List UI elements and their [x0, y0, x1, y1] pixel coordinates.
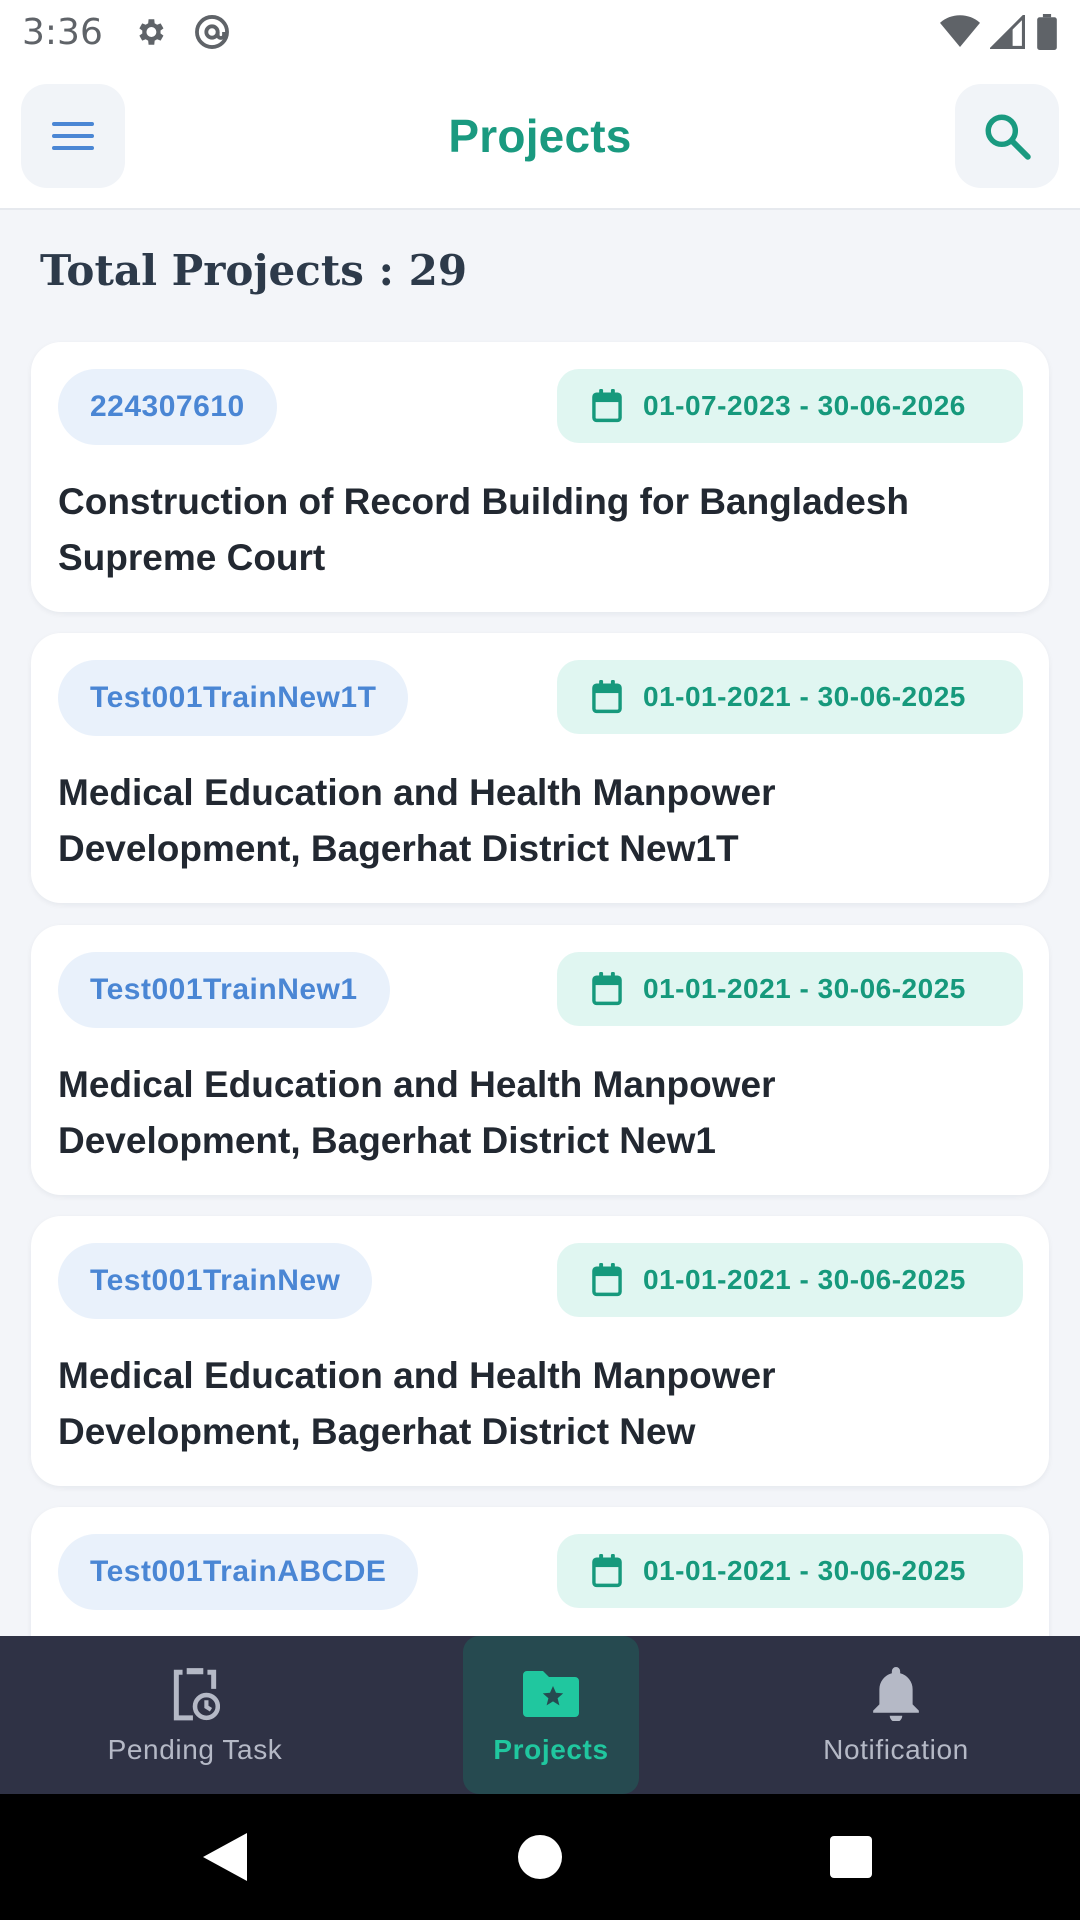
status-time: 3:36: [22, 11, 103, 53]
nav-label: Projects: [493, 1734, 609, 1765]
back-triangle-icon: [203, 1833, 247, 1881]
system-home-button[interactable]: [515, 1832, 565, 1882]
date-range-text: 01-07-2023 - 30-06-2026: [643, 390, 966, 421]
project-card[interactable]: Test001TrainNew1T 01-01-2021 - 30-06-202…: [31, 633, 1049, 903]
calendar-icon: [592, 1263, 622, 1297]
menu-button[interactable]: [21, 84, 125, 188]
bell-icon: [873, 1667, 919, 1721]
status-icons-left: [133, 13, 231, 51]
search-button[interactable]: [955, 84, 1059, 188]
date-range-text: 01-01-2021 - 30-06-2025: [643, 1264, 966, 1295]
folder-star-icon: [523, 1671, 579, 1717]
project-code-badge: 224307610: [58, 369, 277, 445]
clipboard-clock-icon: [173, 1668, 220, 1721]
status-bar: 3:36: [0, 0, 1080, 64]
calendar-icon: [592, 1554, 622, 1588]
date-range-text: 01-01-2021 - 30-06-2025: [643, 681, 966, 712]
project-title: Medical Education and Health Manpower De…: [58, 1355, 776, 1452]
nav-item-notification[interactable]: Notification: [800, 1636, 992, 1794]
hamburger-menu-icon: [52, 122, 94, 150]
project-card[interactable]: Test001TrainNew 01-01-2021 - 30-06-2025 …: [31, 1216, 1049, 1486]
project-title: Medical Education and Health Manpower De…: [58, 772, 776, 869]
project-date-badge: 01-01-2021 - 30-06-2025: [557, 952, 1023, 1026]
recents-square-icon: [830, 1836, 872, 1878]
project-title: Medical Education and Health Manpower De…: [58, 1064, 776, 1161]
calendar-icon: [592, 389, 622, 423]
status-icons-right: [940, 14, 1058, 50]
project-date-badge: 01-07-2023 - 30-06-2026: [557, 369, 1023, 443]
calendar-icon: [592, 680, 622, 714]
system-recents-button[interactable]: [826, 1832, 876, 1882]
battery-icon: [1037, 14, 1057, 50]
project-list-area[interactable]: Total Projects : 29 224307610 01-07-2023…: [0, 212, 1080, 1636]
project-code-badge: Test001TrainNew1: [58, 952, 390, 1028]
calendar-icon: [592, 972, 622, 1006]
page-title: Projects: [448, 110, 632, 162]
gear-icon: [139, 19, 164, 45]
project-card[interactable]: Test001TrainABCDE 01-01-2021 - 30-06-202…: [31, 1507, 1049, 1636]
wifi-icon: [940, 15, 980, 48]
app-bar: Projects: [0, 64, 1080, 210]
system-back-button[interactable]: [200, 1832, 250, 1882]
project-title: Construction of Record Building for Bang…: [58, 481, 909, 578]
search-icon: [985, 114, 1031, 160]
project-code-badge: Test001TrainNew1T: [58, 660, 409, 736]
system-navigation-bar: [0, 1794, 1080, 1920]
project-date-badge: 01-01-2021 - 30-06-2025: [557, 660, 1023, 734]
project-card[interactable]: 224307610 01-07-2023 - 30-06-2026 Constr…: [31, 342, 1049, 612]
project-date-badge: 01-01-2021 - 30-06-2025: [557, 1534, 1023, 1608]
project-card[interactable]: Test001TrainNew1 01-01-2021 - 30-06-2025…: [31, 925, 1049, 1195]
date-range-text: 01-01-2021 - 30-06-2025: [643, 973, 966, 1004]
project-date-badge: 01-01-2021 - 30-06-2025: [557, 1243, 1023, 1317]
nav-item-projects[interactable]: Projects: [463, 1636, 639, 1794]
nav-item-pending-task[interactable]: Pending Task: [90, 1636, 300, 1794]
nav-label: Pending Task: [107, 1734, 283, 1765]
date-range-text: 01-01-2021 - 30-06-2025: [643, 1555, 966, 1586]
at-sign-icon: [194, 15, 229, 49]
project-code-badge: Test001TrainABCDE: [58, 1534, 419, 1610]
signal-icon: [990, 15, 1025, 49]
total-projects-label: Total Projects : 29: [40, 246, 468, 295]
home-circle-icon: [518, 1835, 562, 1879]
bottom-navigation: Pending Task Projects Notification: [0, 1636, 1080, 1794]
nav-label: Notification: [823, 1734, 969, 1765]
project-code-badge: Test001TrainNew: [58, 1243, 373, 1319]
